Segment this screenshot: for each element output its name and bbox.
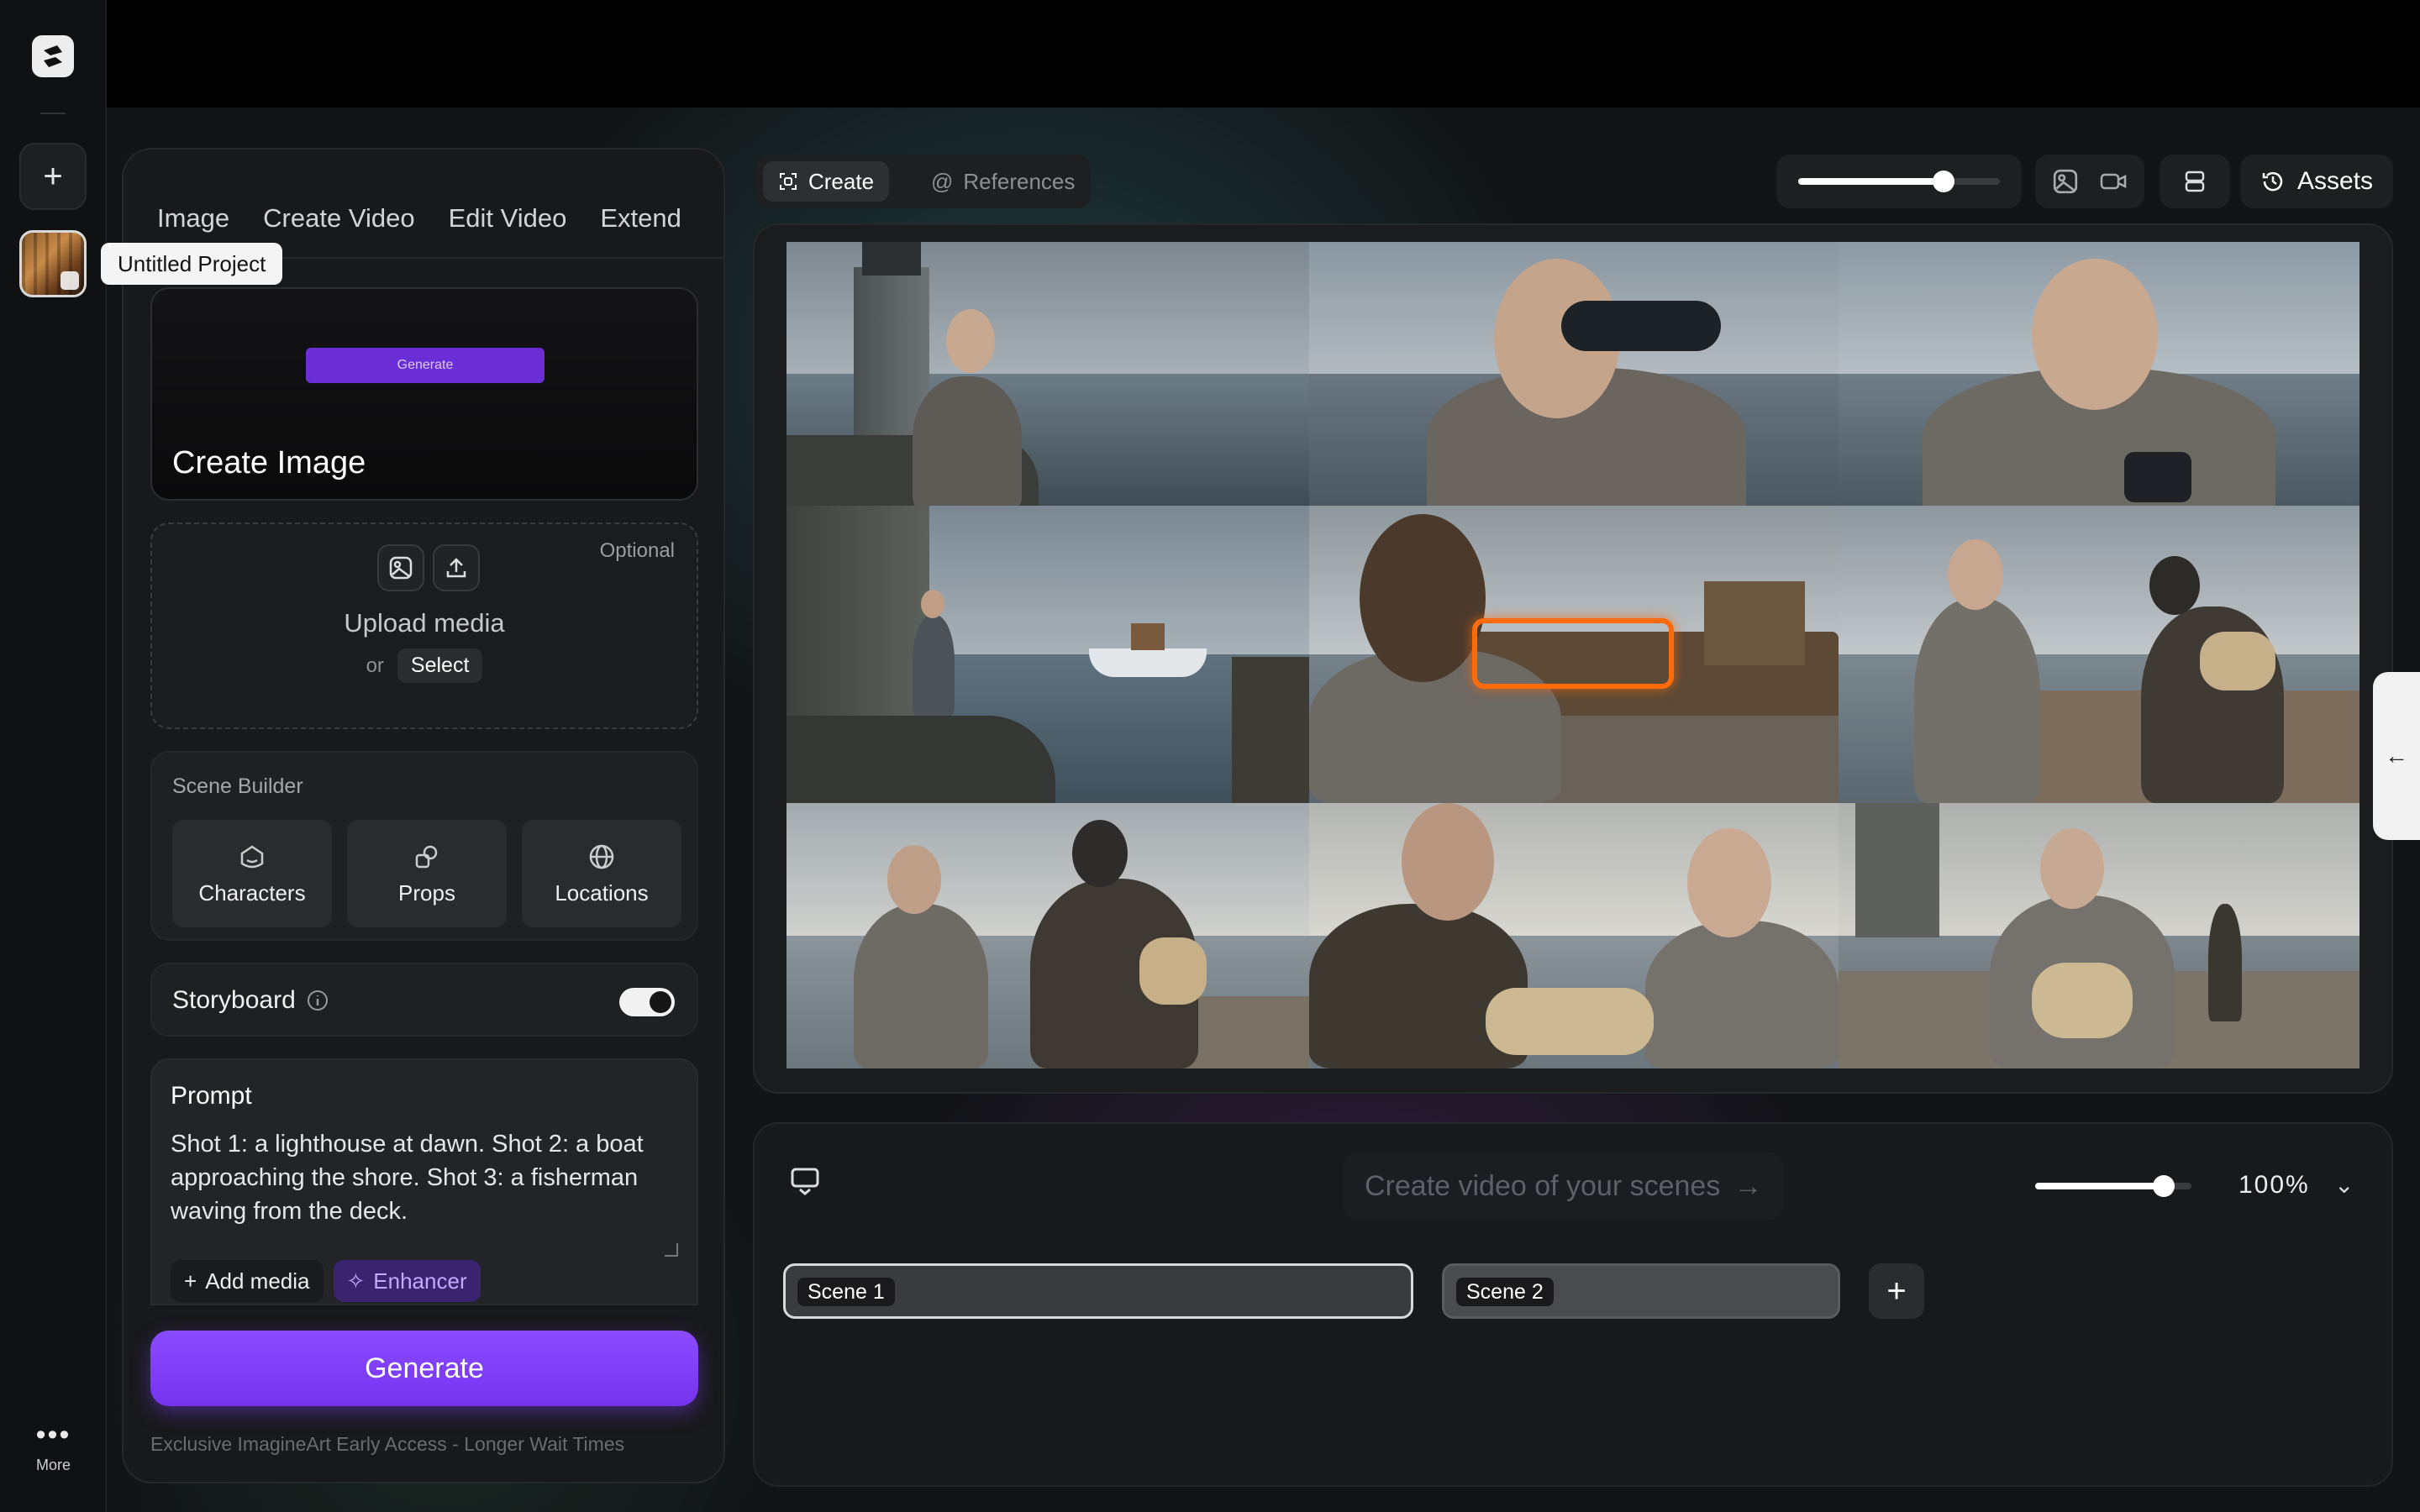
assets-button[interactable]: Assets <box>2240 155 2393 208</box>
prompt-title: Prompt <box>171 1082 252 1110</box>
create-video-button[interactable]: Create video of your scenes → <box>1343 1152 1785 1220</box>
scene-1-clip[interactable]: Scene 1 <box>783 1263 1413 1319</box>
app-logo[interactable] <box>32 35 74 77</box>
more-button[interactable]: ••• More <box>0 1419 107 1474</box>
characters-label: Characters <box>198 879 306 906</box>
optional-label: Optional <box>599 539 675 562</box>
create-video-label: Create video of your scenes <box>1365 1169 1721 1202</box>
create-image-card[interactable]: Generate Create Image <box>150 287 698 501</box>
image-icon[interactable] <box>2052 168 2079 195</box>
timeline-zoom-slider[interactable] <box>2035 1175 2191 1197</box>
prompt-box: Prompt Shot 1: a lighthouse at dawn. Sho… <box>150 1058 698 1305</box>
characters-button[interactable]: Characters <box>172 820 332 927</box>
zoom-thumb[interactable] <box>2152 1175 2175 1197</box>
history-icon <box>2262 171 2283 192</box>
globe-icon <box>589 844 614 869</box>
scene-2-label: Scene 2 <box>1456 1278 1554 1306</box>
shot-3[interactable] <box>1839 242 2360 506</box>
shot-8[interactable] <box>1309 803 1839 1068</box>
tab-image[interactable]: Image <box>157 203 229 234</box>
shot-4[interactable] <box>786 506 1309 803</box>
early-access-note: Exclusive ImagineArt Early Access - Long… <box>150 1433 625 1455</box>
add-scene-button[interactable]: + <box>1869 1263 1924 1319</box>
grid-size-slider[interactable] <box>1776 155 2022 208</box>
tab-edit-video[interactable]: Edit Video <box>449 203 567 234</box>
logo-icon <box>44 45 62 67</box>
image-icon <box>377 544 424 591</box>
enhancer-label: Enhancer <box>373 1268 467 1294</box>
props-icon <box>415 845 438 868</box>
enhancer-button[interactable]: ✧ Enhancer <box>333 1260 481 1302</box>
view-switch: Create @ References <box>756 155 1091 208</box>
select-button[interactable]: Select <box>397 648 483 683</box>
resize-handle[interactable] <box>665 1243 678 1257</box>
create-image-title: Create Image <box>172 445 366 480</box>
chevron-down-icon[interactable]: ⌄ <box>2334 1171 2354 1199</box>
references-tab-label: References <box>963 169 1076 194</box>
add-media-label: Add media <box>205 1268 310 1294</box>
references-tab[interactable]: @ References <box>916 161 1090 202</box>
info-icon[interactable] <box>306 989 329 1012</box>
control-panel: Image Create Video Edit Video Extend Gen… <box>122 148 725 1483</box>
storyboard-row: Storyboard <box>150 963 698 1037</box>
more-dots-icon: ••• <box>35 1419 71 1451</box>
scene-1-label: Scene 1 <box>797 1278 895 1306</box>
arrow-right-icon: → <box>1733 1169 1763 1202</box>
zoom-percent: 100% <box>2238 1171 2310 1199</box>
more-label: More <box>35 1457 71 1473</box>
hero-generate-button: Generate <box>306 348 544 383</box>
props-label: Props <box>398 879 455 906</box>
or-label: or <box>366 654 384 677</box>
layout-toggle[interactable] <box>2160 155 2230 208</box>
shot-6[interactable] <box>1839 506 2360 803</box>
storyboard-toggle[interactable] <box>619 988 675 1016</box>
assets-label: Assets <box>2296 167 2374 195</box>
tab-create-video[interactable]: Create Video <box>263 203 414 234</box>
create-tab-label: Create <box>808 169 875 194</box>
prompt-textarea[interactable]: Shot 1: a lighthouse at dawn. Shot 2: a … <box>171 1127 675 1228</box>
timeline-panel: Create video of your scenes → 100% ⌄ Sce… <box>753 1122 2393 1487</box>
layout-icon <box>2185 171 2205 192</box>
create-tab[interactable]: Create <box>763 161 890 202</box>
mode-tabs: Image Create Video Edit Video Extend <box>157 203 681 234</box>
locations-label: Locations <box>555 879 649 906</box>
scene-2-clip[interactable]: Scene 2 <box>1442 1263 1840 1319</box>
rail-divider <box>40 113 66 114</box>
locations-button[interactable]: Locations <box>522 820 681 927</box>
stack-icon <box>60 271 79 290</box>
left-rail: + ••• More <box>0 0 107 1512</box>
timeline-icon[interactable] <box>790 1166 820 1196</box>
media-type-group <box>2035 155 2144 208</box>
storyboard-label: Storyboard <box>172 986 296 1014</box>
shot-2[interactable] <box>1309 242 1839 506</box>
video-icon[interactable] <box>2099 168 2128 195</box>
generate-button[interactable]: Generate <box>150 1331 698 1406</box>
upload-icon <box>433 544 480 591</box>
project-name-tooltip: Untitled Project <box>101 243 283 285</box>
character-icon <box>240 844 264 868</box>
project-thumbnail[interactable] <box>19 230 87 297</box>
shot-7[interactable] <box>786 803 1309 1068</box>
upload-dropzone[interactable]: Optional Upload media or Select <box>150 522 698 729</box>
scene-builder: Scene Builder Characters Props Locations <box>150 751 698 941</box>
shot-9[interactable] <box>1839 803 2360 1068</box>
props-button[interactable]: Props <box>347 820 507 927</box>
tab-extend[interactable]: Extend <box>600 203 681 234</box>
collapse-panel-tab[interactable]: ← <box>2373 672 2420 840</box>
new-project-button[interactable]: + <box>19 143 87 210</box>
at-icon: @ <box>931 169 954 194</box>
plus-icon: + <box>184 1268 197 1294</box>
selection-highlight[interactable] <box>1472 618 1674 689</box>
plus-icon: + <box>1886 1272 1907 1310</box>
slider-thumb[interactable] <box>1932 171 1954 192</box>
sparkle-icon: ✧ <box>346 1268 366 1294</box>
create-icon <box>780 173 797 190</box>
plus-icon: + <box>43 157 63 195</box>
shot-1[interactable] <box>786 242 1309 506</box>
scene-builder-title: Scene Builder <box>172 774 303 798</box>
add-media-button[interactable]: + Add media <box>171 1260 324 1302</box>
arrow-left-icon: ← <box>2385 743 2408 769</box>
upload-media-label: Upload media <box>344 608 505 638</box>
